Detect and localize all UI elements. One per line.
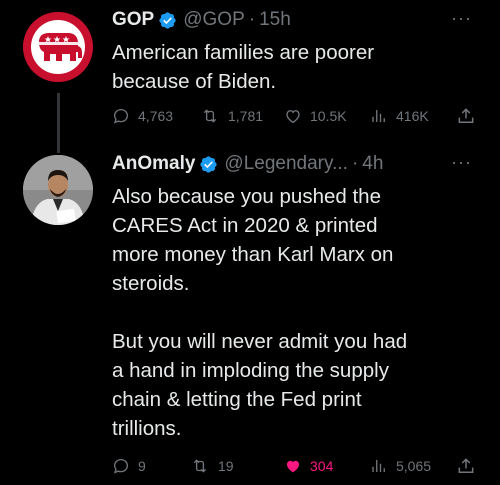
share-button[interactable] bbox=[456, 106, 476, 131]
tweet-text: American families are poorer because of … bbox=[112, 41, 375, 93]
author-name[interactable]: GOP bbox=[112, 9, 154, 31]
tweet-reply[interactable]: AnOmaly @Legendary... · 4h ··· Also beca… bbox=[0, 140, 500, 485]
reply-button[interactable]: 4,763 bbox=[112, 107, 173, 125]
reply-icon bbox=[113, 108, 129, 124]
more-options-icon[interactable]: ··· bbox=[451, 152, 472, 173]
author-name[interactable]: AnOmaly bbox=[112, 153, 195, 175]
tweet-header: AnOmaly @Legendary... · 4h bbox=[112, 152, 490, 176]
like-button[interactable]: 304 bbox=[284, 457, 333, 475]
heart-icon bbox=[286, 110, 300, 124]
tweet-timestamp[interactable]: 15h bbox=[259, 9, 291, 31]
reply-button[interactable]: 9 bbox=[112, 457, 146, 475]
retweet-icon bbox=[193, 459, 207, 473]
retweet-button[interactable]: 19 bbox=[190, 457, 234, 475]
like-count: 304 bbox=[310, 458, 334, 474]
retweet-count: 19 bbox=[218, 458, 234, 474]
tweet-content: GOP @GOP · 15h ··· American families are… bbox=[112, 8, 490, 96]
views-count: 416K bbox=[396, 108, 429, 124]
tweet-gop[interactable]: GOP @GOP · 15h ··· American families are… bbox=[0, 0, 500, 153]
tweet-header: GOP @GOP · 15h bbox=[112, 8, 490, 32]
like-button[interactable]: 10.5K bbox=[284, 107, 347, 125]
share-button[interactable] bbox=[456, 456, 476, 481]
user-avatar[interactable] bbox=[23, 155, 93, 225]
tweet-text: Also because you pushed the CARES Act in… bbox=[112, 185, 408, 440]
verified-badge-icon bbox=[158, 11, 177, 30]
like-count: 10.5K bbox=[310, 108, 347, 124]
views-button[interactable]: 5,065 bbox=[370, 457, 431, 475]
share-icon bbox=[458, 108, 474, 123]
views-bar-chart-icon bbox=[372, 110, 385, 122]
views-count: 5,065 bbox=[396, 458, 432, 474]
heart-filled-icon bbox=[287, 460, 299, 473]
share-icon bbox=[458, 458, 474, 473]
reply-count: 9 bbox=[138, 458, 146, 474]
republican-elephant-logo-icon bbox=[23, 12, 93, 82]
gop-avatar[interactable] bbox=[23, 12, 93, 82]
views-button[interactable]: 416K bbox=[370, 107, 429, 125]
verified-badge-icon bbox=[199, 155, 218, 174]
user-photo-avatar bbox=[23, 155, 93, 225]
retweet-count: 1,781 bbox=[228, 108, 264, 124]
author-handle[interactable]: @GOP bbox=[183, 9, 245, 31]
tweet-content: AnOmaly @Legendary... · 4h ··· Also beca… bbox=[112, 152, 490, 443]
more-options-icon[interactable]: ··· bbox=[451, 8, 472, 29]
retweet-button[interactable]: 1,781 bbox=[200, 107, 263, 125]
tweet-timestamp[interactable]: 4h bbox=[362, 153, 383, 175]
reply-icon bbox=[113, 458, 129, 474]
retweet-icon bbox=[203, 109, 217, 123]
author-handle[interactable]: @Legendary... bbox=[224, 153, 348, 175]
separator-dot: · bbox=[351, 153, 359, 174]
separator-dot: · bbox=[248, 9, 256, 30]
reply-count: 4,763 bbox=[138, 108, 174, 124]
views-bar-chart-icon bbox=[372, 460, 385, 472]
